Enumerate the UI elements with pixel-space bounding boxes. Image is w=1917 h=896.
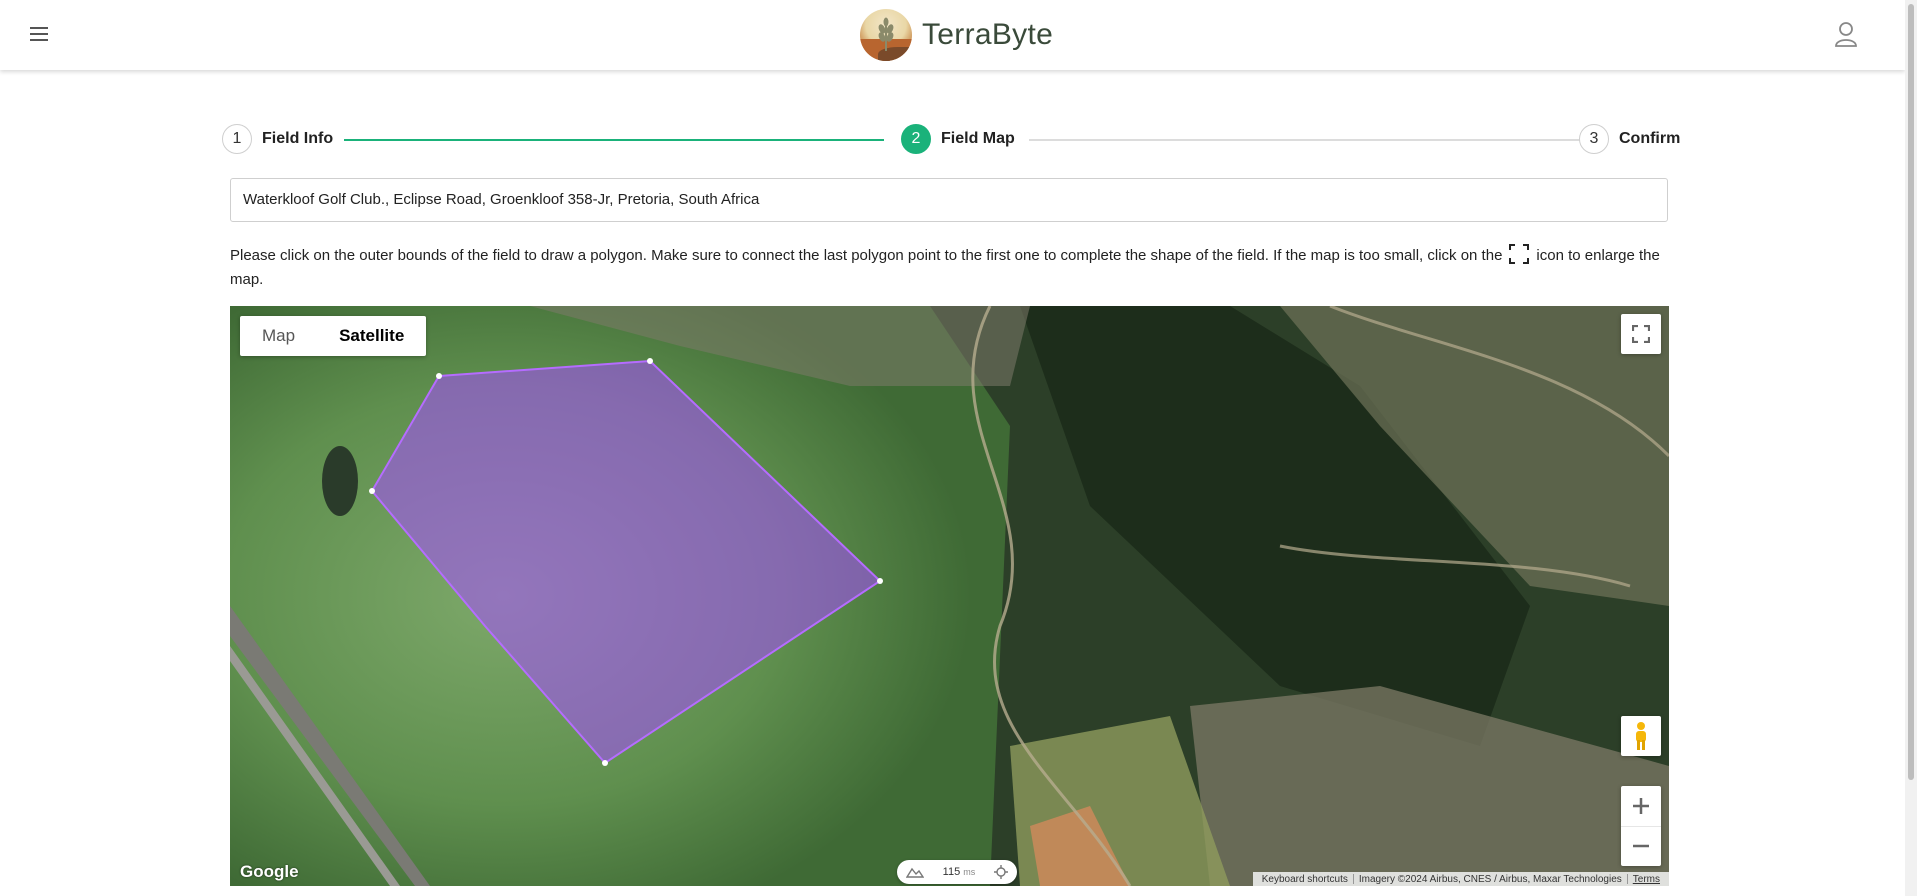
google-logo: Google [240, 862, 299, 881]
user-profile-icon[interactable] [1834, 21, 1858, 47]
terms-link[interactable]: Terms [1628, 874, 1665, 885]
scrollbar-thumb[interactable] [1908, 4, 1914, 780]
instructions-text: Please click on the outer bounds of the … [230, 247, 1503, 264]
step-label: Confirm [1619, 130, 1681, 147]
map-type-map-button[interactable]: Map [240, 316, 317, 356]
step-label: Field Info [262, 130, 334, 147]
stepper-connector-completed [344, 139, 884, 141]
pegman-icon [1636, 722, 1646, 750]
zoom-out-button[interactable] [1621, 827, 1661, 867]
brand-name: TerraByte [922, 18, 1054, 51]
zoom-control [1621, 786, 1661, 866]
step-number: 2 [901, 124, 931, 154]
step-field-info[interactable]: 1 Field Info [222, 124, 333, 154]
fullscreen-icon [1509, 244, 1530, 264]
map-type-control: Map Satellite [240, 316, 427, 356]
stepper-connector-upcoming [1029, 139, 1584, 141]
map-type-satellite-button[interactable]: Satellite [317, 316, 426, 356]
step-field-map[interactable]: 2 Field Map [901, 124, 1015, 154]
step-number: 1 [222, 124, 252, 154]
perf-value: 115 ms [942, 866, 976, 878]
brand[interactable]: TerraByte [860, 8, 1053, 62]
top-app-bar: TerraByte [0, 0, 1905, 70]
hamburger-menu-icon[interactable] [30, 27, 48, 41]
stepper: 1 Field Info 2 Field Map 3 Confirm [222, 124, 1680, 156]
map-attribution: Keyboard shortcuts Imagery ©2024 Airbus,… [1252, 872, 1669, 886]
keyboard-shortcuts-link[interactable]: Keyboard shortcuts [1257, 874, 1353, 885]
field-map[interactable]: Map Satellite Google 115 ms Keyboard sho… [230, 306, 1669, 886]
satellite-imagery [230, 306, 1669, 886]
address-search-input[interactable] [230, 178, 1668, 222]
mountain-icon [906, 867, 925, 878]
fullscreen-icon [1632, 325, 1650, 343]
my-location-icon[interactable] [993, 865, 1008, 879]
fullscreen-button[interactable] [1621, 314, 1661, 354]
step-confirm[interactable]: 3 Confirm [1579, 124, 1680, 154]
minus-icon [1633, 845, 1649, 848]
plus-icon [1633, 797, 1649, 814]
page-scrollbar[interactable] [1905, 0, 1917, 896]
zoom-in-button[interactable] [1621, 786, 1661, 827]
terrabyte-logo [860, 9, 912, 61]
render-performance-badge: 115 ms [897, 860, 1017, 884]
step-label: Field Map [941, 130, 1015, 147]
map-instructions: Please click on the outer bounds of the … [230, 243, 1670, 292]
step-number: 3 [1579, 124, 1609, 154]
street-view-pegman-button[interactable] [1621, 716, 1661, 756]
imagery-attribution: Imagery ©2024 Airbus, CNES / Airbus, Max… [1358, 873, 1622, 885]
